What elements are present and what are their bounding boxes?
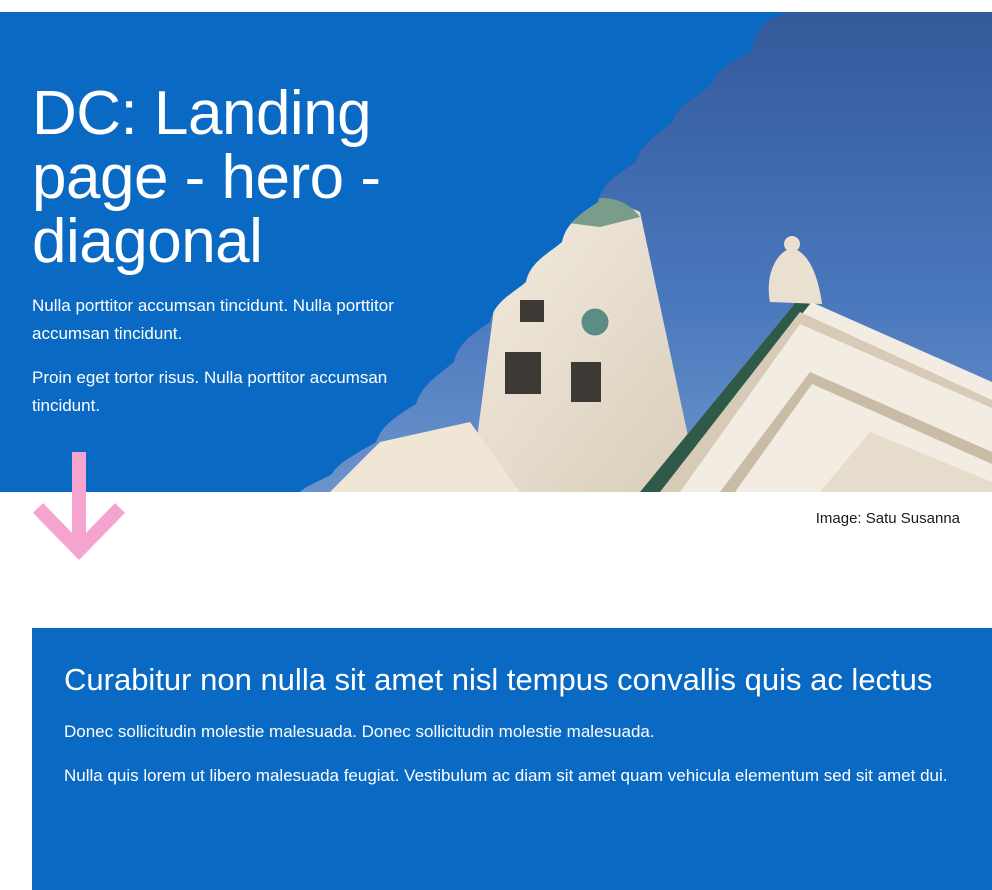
hero-paragraph: Proin eget tortor risus. Nulla porttitor… — [32, 368, 388, 415]
info-box-title: Curabitur non nulla sit amet nisl tempus… — [64, 662, 933, 697]
hero-section: DC: Landing page - hero - diagonal Nulla… — [0, 12, 992, 492]
info-box-paragraph: Nulla quis lorem ut libero malesuada feu… — [64, 766, 948, 785]
page-title: DC: Landing page - hero - diagonal — [32, 79, 381, 276]
info-box: Curabitur non nulla sit amet nisl tempus… — [32, 628, 992, 890]
hero-paragraph: Nulla porttitor accumsan tincidunt. Null… — [32, 296, 394, 343]
info-box-paragraph: Donec sollicitudin molestie malesuada. D… — [64, 722, 655, 741]
arrow-down-icon — [32, 452, 126, 561]
image-caption: Image: Satu Susanna — [815, 510, 960, 527]
hero-text-block: DC: Landing page - hero - diagonal Nulla… — [32, 82, 452, 420]
